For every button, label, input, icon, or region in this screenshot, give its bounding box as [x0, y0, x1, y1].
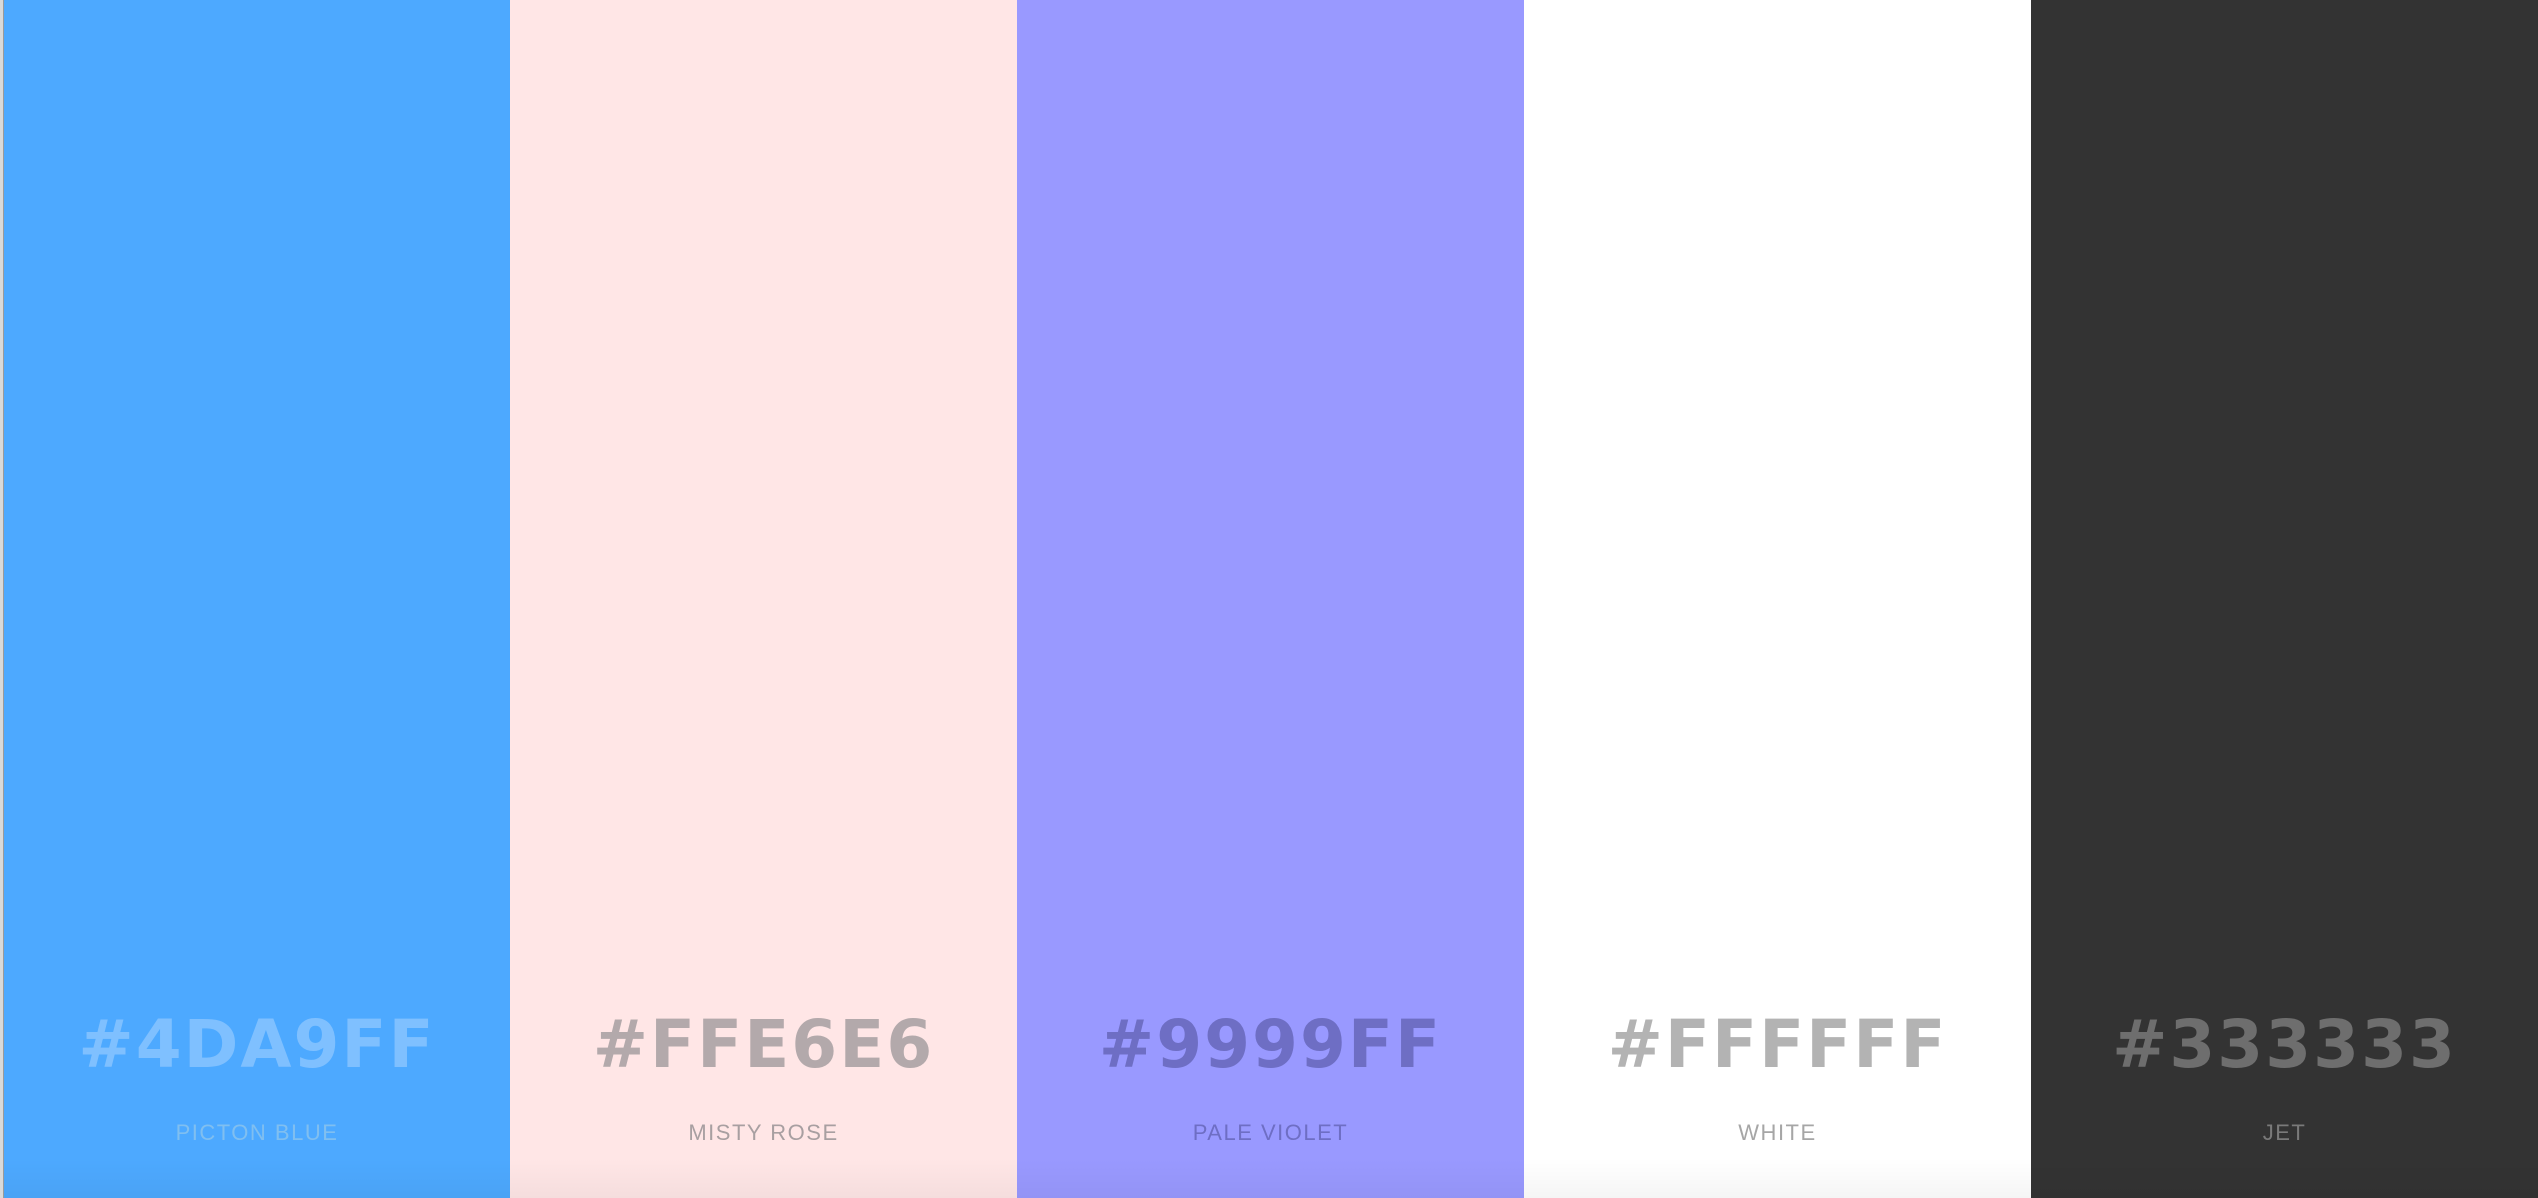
swatch-hex-code: #333333 [2112, 1006, 2457, 1083]
swatch-hex-code: #FFE6E6 [592, 1006, 935, 1083]
swatch-bottom-shade [1017, 1158, 1524, 1198]
swatch-bottom-shade [510, 1158, 1017, 1198]
swatch-color-name: PICTON BLUE [175, 1120, 339, 1145]
swatch-hex-code: #FFFFFF [1607, 1006, 1948, 1083]
swatch-white[interactable]: #FFFFFF WHITE [1524, 0, 2031, 1198]
color-palette: #4DA9FF PICTON BLUE #FFE6E6 MISTY ROSE #… [0, 0, 2538, 1198]
swatch-color-name: JET [2262, 1120, 2307, 1145]
swatch-bottom-shade [2031, 1158, 2538, 1198]
swatch-bottom-shade [4, 1158, 510, 1198]
swatch-color-name: WHITE [1738, 1120, 1817, 1145]
swatch-misty-rose[interactable]: #FFE6E6 MISTY ROSE [510, 0, 1017, 1198]
swatch-color-name: MISTY ROSE [688, 1120, 839, 1145]
swatch-jet[interactable]: #333333 JET [2031, 0, 2538, 1198]
swatch-hex-code: #9999FF [1098, 1006, 1443, 1083]
swatch-hex-code: #4DA9FF [78, 1006, 436, 1083]
swatch-picton-blue[interactable]: #4DA9FF PICTON BLUE [4, 0, 510, 1198]
swatch-color-name: PALE VIOLET [1192, 1120, 1349, 1145]
swatch-pale-violet[interactable]: #9999FF PALE VIOLET [1017, 0, 1524, 1198]
swatch-bottom-shade [1524, 1158, 2031, 1198]
